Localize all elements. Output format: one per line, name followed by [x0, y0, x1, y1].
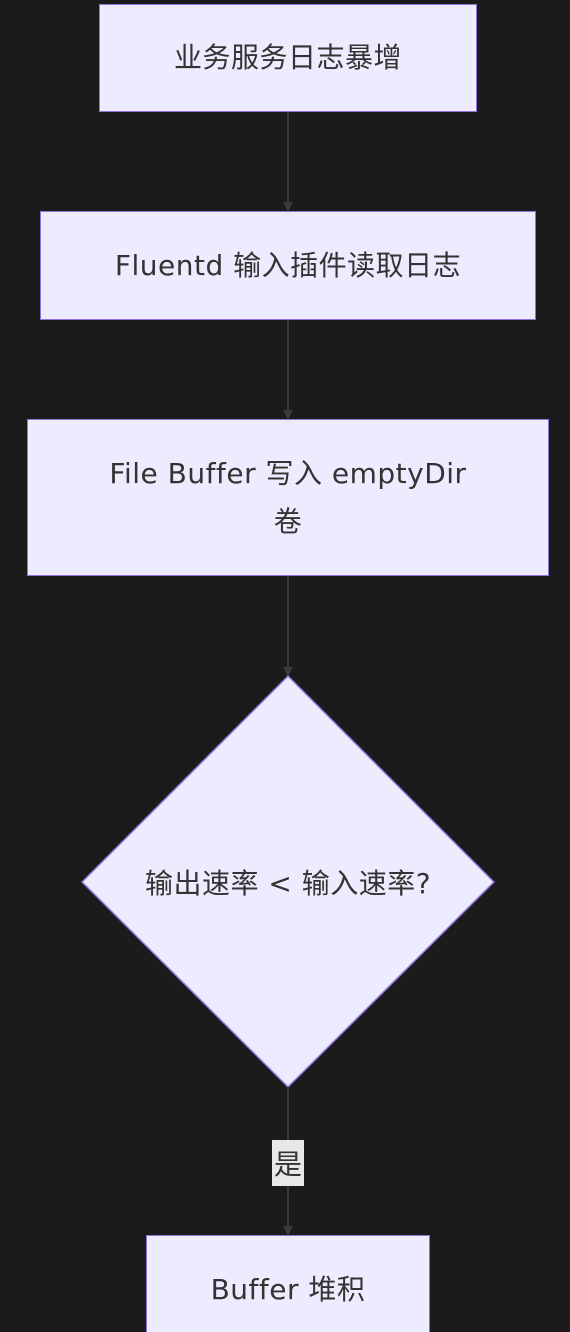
node-file-buffer: File Buffer 写入 emptyDir 卷: [27, 419, 549, 576]
node-buffer-backlog: Buffer 堆积: [146, 1235, 430, 1332]
edges-layer: [80, 112, 496, 1236]
edge-label-yes: 是: [272, 1140, 304, 1186]
decision-label: 输出速率 < 输入速率?: [144, 867, 432, 900]
node-fluentd-input-label: Fluentd 输入插件读取日志: [114, 248, 462, 282]
node-file-buffer-label-line1: File Buffer 写入 emptyDir: [109, 456, 467, 490]
node-fluentd-input: Fluentd 输入插件读取日志: [40, 211, 536, 320]
node-log-surge: 业务服务日志暴增: [99, 4, 477, 112]
node-buffer-backlog-label: Buffer 堆积: [210, 1273, 366, 1306]
flowchart-canvas: 业务服务日志暴增 Fluentd 输入插件读取日志 File Buffer 写入…: [0, 0, 570, 1332]
node-log-surge-label: 业务服务日志暴增: [173, 41, 402, 74]
node-file-buffer-label-line2: 卷: [273, 504, 303, 538]
